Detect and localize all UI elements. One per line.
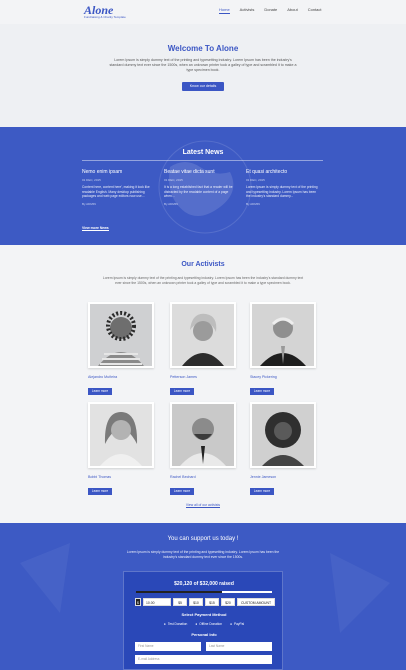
learn-more-button[interactable]: Learn more bbox=[88, 488, 112, 495]
nav-contact[interactable]: Contact bbox=[308, 7, 322, 14]
page: Alone Fundraising & Charity Template Hom… bbox=[0, 0, 406, 670]
news-item[interactable]: Beatae vitae dicta sunt 01 DEC, 2015 It … bbox=[164, 169, 238, 206]
activist-name[interactable]: Jennie Jameson bbox=[250, 475, 316, 479]
activist-photo[interactable] bbox=[250, 402, 316, 468]
news-item-title[interactable]: Et quasi architecto bbox=[246, 169, 320, 175]
activist-card: Petterson James Learn more bbox=[170, 302, 236, 397]
first-name-input[interactable]: First Name bbox=[135, 642, 201, 651]
news-divider bbox=[82, 160, 323, 161]
activist-photo[interactable] bbox=[88, 402, 154, 468]
amount-option-15[interactable]: $15 bbox=[205, 598, 219, 606]
activist-name[interactable]: Bobbi Thomas bbox=[88, 475, 154, 479]
news-item-title[interactable]: Nemo enim ipsam bbox=[82, 169, 156, 175]
support-section: You can support us today ! Lorem Ipsum i… bbox=[0, 523, 406, 670]
raised-amount: $20,120 of $32,000 raised bbox=[174, 581, 234, 587]
amount-option-5[interactable]: $5 bbox=[173, 598, 187, 606]
payment-methods: Test Donation Offline Donation PayPal bbox=[124, 622, 284, 626]
news-item-author: By ADMIN bbox=[246, 201, 260, 206]
activist-name[interactable]: Petterson James bbox=[170, 375, 236, 379]
nav-about[interactable]: About bbox=[287, 7, 297, 14]
view-all-activists: View all of our activists bbox=[0, 503, 406, 508]
news-item-date: 01 DEC, 2015 bbox=[164, 178, 183, 182]
hero-text: Lorem Ipsum is simply dummy text of the … bbox=[109, 58, 297, 72]
activist-photo[interactable] bbox=[170, 302, 236, 368]
learn-more-button[interactable]: Learn more bbox=[250, 488, 274, 495]
activist-card: Rachel Bechard Learn more bbox=[170, 402, 236, 497]
activists-text: Lorem Ipsum is simply dummy text of the … bbox=[102, 276, 304, 285]
news-item-text: It is a long established fact that a rea… bbox=[164, 185, 233, 198]
news-item[interactable]: Nemo enim ipsam 01 DEC, 2015 Content her… bbox=[82, 169, 156, 206]
support-title: You can support us today ! bbox=[167, 536, 239, 542]
activist-photo[interactable] bbox=[88, 302, 154, 368]
news-item-title[interactable]: Beatae vitae dicta sunt bbox=[164, 169, 238, 175]
nav-home[interactable]: Home bbox=[219, 7, 230, 14]
activist-card: Bobbi Thomas Learn more bbox=[88, 402, 154, 497]
amount-option-20[interactable]: $20 bbox=[221, 598, 235, 606]
news-section: Latest News Nemo enim ipsam 01 DEC, 2015… bbox=[0, 127, 406, 245]
activist-card: Stacey Pickering Learn more bbox=[250, 302, 316, 397]
news-item-date: 01 DEC, 2015 bbox=[246, 178, 265, 182]
amount-option-10[interactable]: $10 bbox=[189, 598, 203, 606]
news-item-author: By ADMIN bbox=[82, 201, 96, 206]
personal-info-title: Personal Info bbox=[191, 632, 217, 637]
support-text: Lorem Ipsum is simply dummy text of the … bbox=[126, 550, 280, 559]
activists-title: Our Activists bbox=[181, 261, 225, 268]
logo-tagline: Fundraising & Charity Template bbox=[84, 15, 126, 19]
learn-more-button[interactable]: Learn more bbox=[170, 488, 194, 495]
news-title: Latest News bbox=[182, 149, 224, 156]
activist-photo[interactable] bbox=[250, 302, 316, 368]
custom-amount-button[interactable]: CUSTOM AMOUNT bbox=[237, 598, 275, 606]
payment-paypal-radio[interactable]: PayPal bbox=[230, 622, 244, 626]
email-input[interactable]: E-mail Address bbox=[135, 655, 272, 664]
know-details-button[interactable]: Know our details bbox=[182, 82, 224, 91]
hero-section: Welcome To Alone Lorem Ipsum is simply d… bbox=[0, 24, 406, 127]
view-all-activists-link[interactable]: View all of our activists bbox=[185, 503, 221, 508]
view-more-news-link[interactable]: View more News bbox=[82, 226, 109, 231]
activist-card: Jennie Jameson Learn more bbox=[250, 402, 316, 497]
learn-more-button[interactable]: Learn more bbox=[170, 388, 194, 395]
nav-activists[interactable]: Activists bbox=[240, 7, 255, 14]
currency-symbol: $ bbox=[135, 598, 141, 606]
news-item[interactable]: Et quasi architecto 01 DEC, 2015 Lorem I… bbox=[246, 169, 320, 206]
donation-progress-fill bbox=[136, 591, 222, 593]
donation-form: $20,120 of $32,000 raised $ 10.00 $5 $10… bbox=[123, 571, 283, 670]
nav-donate[interactable]: Donate bbox=[264, 7, 277, 14]
hero-title: Welcome To Alone bbox=[167, 44, 239, 53]
activist-name[interactable]: Rachel Bechard bbox=[170, 475, 236, 479]
donation-progress bbox=[136, 591, 272, 593]
news-item-author: By ADMIN bbox=[164, 201, 178, 206]
learn-more-button[interactable]: Learn more bbox=[88, 388, 112, 395]
site-header: Alone Fundraising & Charity Template Hom… bbox=[0, 0, 406, 24]
activist-name[interactable]: Stacey Pickering bbox=[250, 375, 316, 379]
amount-options: $ 10.00 $5 $10 $15 $20 CUSTOM AMOUNT bbox=[135, 598, 275, 606]
activist-name[interactable]: Alejandro Muñeira bbox=[88, 375, 154, 379]
activist-card: Alejandro Muñeira Learn more bbox=[88, 302, 154, 397]
amount-input[interactable]: 10.00 bbox=[143, 598, 171, 606]
payment-method-title: Select Payment Method bbox=[181, 612, 227, 617]
payment-offline-donation-radio[interactable]: Offline Donation bbox=[195, 622, 222, 626]
payment-test-donation-radio[interactable]: Test Donation bbox=[164, 622, 188, 626]
activists-section: Our Activists Lorem Ipsum is simply dumm… bbox=[0, 245, 406, 523]
news-item-date: 01 DEC, 2015 bbox=[82, 178, 101, 182]
activist-photo[interactable] bbox=[170, 402, 236, 468]
last-name-input[interactable]: Last Name bbox=[206, 642, 272, 651]
news-item-text: Lorem Ipsum is simply dummy text of the … bbox=[246, 185, 318, 198]
main-nav: Home Activists Donate About Contact bbox=[219, 7, 322, 14]
news-item-text: Content here, content here', making it l… bbox=[82, 185, 150, 198]
learn-more-button[interactable]: Learn more bbox=[250, 388, 274, 395]
